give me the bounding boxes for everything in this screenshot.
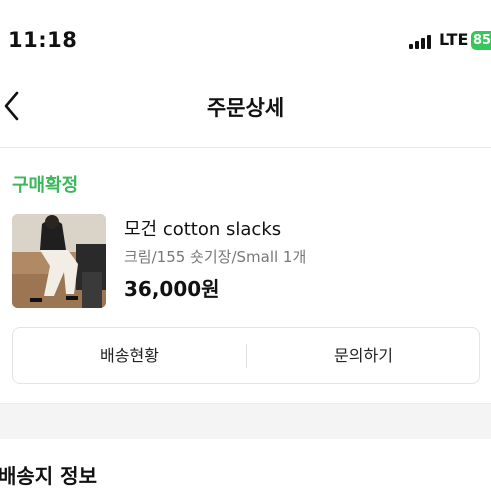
signal-icon — [409, 33, 435, 49]
product-price: 36,000원 — [124, 277, 220, 301]
product-name[interactable]: 모건 cotton slacks — [124, 215, 281, 241]
order-status-label: 구매확정 — [12, 175, 79, 196]
order-actions: 배송현황 문의하기 — [12, 327, 480, 384]
section-separator — [0, 403, 491, 439]
product-image[interactable] — [12, 214, 106, 308]
shipping-info-title: 배송지 정보 — [0, 464, 97, 488]
status-time: 11:18 — [8, 28, 78, 52]
nav-header: 주문상세 — [0, 78, 491, 148]
status-bar: 11:18 LTE 85 — [0, 0, 491, 78]
tracking-button[interactable]: 배송현황 — [13, 328, 246, 383]
product-option: 크림/155 숏기장/Small 1개 — [124, 248, 307, 266]
page-title: 주문상세 — [206, 96, 285, 120]
inquiry-button[interactable]: 문의하기 — [247, 328, 480, 383]
battery-icon: 85 — [471, 31, 491, 50]
network-type: LTE — [439, 30, 469, 49]
